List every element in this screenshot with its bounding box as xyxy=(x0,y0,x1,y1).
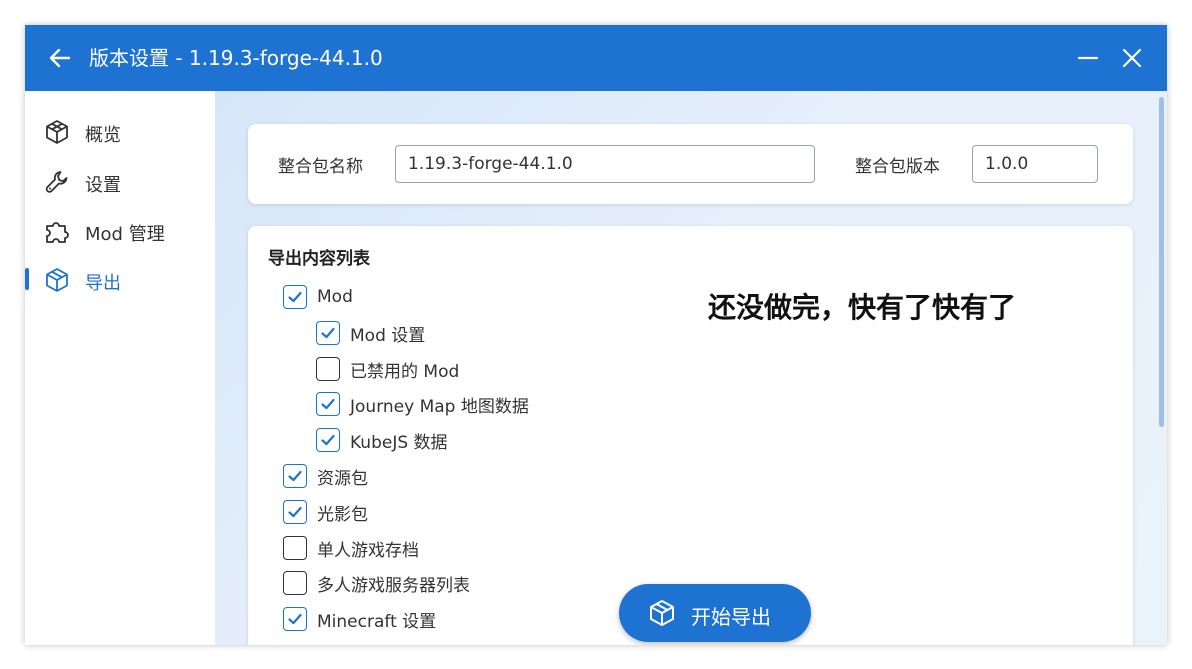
close-button[interactable] xyxy=(1117,43,1147,73)
minimize-button[interactable] xyxy=(1073,43,1103,73)
sidebar-item-label: 设置 xyxy=(85,175,121,196)
checkmark-icon xyxy=(288,506,302,518)
checkbox-checked[interactable] xyxy=(283,464,307,488)
modpack-info-card: 整合包名称 1.19.3-forge-44.1.0 整合包版本 1.0.0 xyxy=(248,124,1133,204)
sidebar-item-label: Mod 管理 xyxy=(85,224,165,245)
export-list-title: 导出内容列表 xyxy=(268,249,370,269)
checkbox-checked[interactable] xyxy=(283,285,307,309)
unfinished-note: 还没做完，快有了快有了 xyxy=(708,291,1017,324)
export-item-checkbox[interactable]: Mod 设置 xyxy=(316,320,425,346)
wrench-icon xyxy=(45,171,68,193)
export-list-card: 导出内容列表 还没做完，快有了快有了 Mod Mod 设置已禁用的 Mod Jour… xyxy=(248,226,1133,645)
export-item-checkbox[interactable]: KubeJS 数据 xyxy=(316,427,448,453)
window-title: 版本设置 - 1.19.3-forge-44.1.0 xyxy=(89,46,383,70)
scroll-thumb[interactable] xyxy=(1159,97,1164,427)
export-item-label: Mod 设置 xyxy=(350,325,426,346)
sidebar-item-label: 概览 xyxy=(85,125,121,146)
checkbox-checked[interactable] xyxy=(316,321,340,345)
checkbox-checked[interactable] xyxy=(283,607,307,631)
close-icon xyxy=(1122,48,1142,68)
back-button[interactable] xyxy=(45,43,75,73)
package-icon xyxy=(650,600,674,626)
sidebar-item-overview[interactable]: 概览 xyxy=(25,111,215,151)
export-item-label: Mod xyxy=(317,287,353,307)
minimize-icon xyxy=(1077,56,1099,60)
export-item-label: Minecraft 设置 xyxy=(317,611,437,632)
sidebar-item-mod-management[interactable]: Mod 管理 xyxy=(25,210,215,250)
checkbox-checked[interactable] xyxy=(283,500,307,524)
sidebar-item-export[interactable]: 导出 xyxy=(25,259,215,299)
export-item-label: 资源包 xyxy=(317,468,368,489)
checkmark-icon xyxy=(321,398,335,410)
title-bar: 版本设置 - 1.19.3-forge-44.1.0 xyxy=(25,25,1167,91)
export-item-checkbox[interactable]: 资源包 xyxy=(283,463,368,489)
checkbox-checked[interactable] xyxy=(316,392,340,416)
scrollbar[interactable] xyxy=(1157,91,1167,645)
start-export-label: 开始导出 xyxy=(691,605,771,629)
puzzle-icon xyxy=(46,222,69,243)
checkmark-icon xyxy=(321,434,335,446)
checkbox-unchecked[interactable] xyxy=(283,536,307,560)
export-item-label: 已禁用的 Mod xyxy=(350,361,460,382)
checkmark-icon xyxy=(288,613,302,625)
export-item-label: 多人游戏服务器列表 xyxy=(317,575,470,596)
arrow-left-icon xyxy=(49,48,71,68)
export-item-checkbox[interactable]: Mod xyxy=(283,284,353,310)
package-icon xyxy=(46,268,68,292)
app-window: 版本设置 - 1.19.3-forge-44.1.0 概览 设置 Mod 管理 … xyxy=(25,25,1167,645)
main-content: 整合包名称 1.19.3-forge-44.1.0 整合包版本 1.0.0 导出… xyxy=(215,91,1167,645)
export-item-checkbox[interactable]: 单人游戏存档 xyxy=(283,535,419,561)
active-indicator xyxy=(25,268,29,290)
sidebar-item-label: 导出 xyxy=(85,273,121,294)
sidebar: 概览 设置 Mod 管理 导出 xyxy=(25,91,215,645)
export-item-checkbox[interactable]: 光影包 xyxy=(283,499,368,525)
export-item-label: 单人游戏存档 xyxy=(317,540,419,561)
export-item-label: Journey Map 地图数据 xyxy=(350,396,529,417)
export-item-checkbox[interactable]: 已禁用的 Mod xyxy=(316,356,459,382)
export-item-checkbox[interactable]: Minecraft 设置 xyxy=(283,606,436,632)
cube-outline-icon xyxy=(46,120,68,144)
export-item-label: 光影包 xyxy=(317,504,368,525)
checkmark-icon xyxy=(321,327,335,339)
checkmark-icon xyxy=(288,291,302,303)
start-export-button[interactable]: 开始导出 xyxy=(619,584,811,642)
modpack-version-input[interactable]: 1.0.0 xyxy=(972,145,1098,183)
checkbox-checked[interactable] xyxy=(316,428,340,452)
sidebar-item-settings[interactable]: 设置 xyxy=(25,161,215,201)
checkmark-icon xyxy=(288,470,302,482)
modpack-name-input[interactable]: 1.19.3-forge-44.1.0 xyxy=(395,145,815,183)
checkbox-unchecked[interactable] xyxy=(283,571,307,595)
modpack-version-label: 整合包版本 xyxy=(855,157,940,177)
export-item-label: KubeJS 数据 xyxy=(350,432,448,453)
modpack-name-label: 整合包名称 xyxy=(278,157,363,177)
export-item-checkbox[interactable]: Journey Map 地图数据 xyxy=(316,391,529,417)
checkbox-unchecked[interactable] xyxy=(316,357,340,381)
export-item-checkbox[interactable]: 多人游戏服务器列表 xyxy=(283,570,470,596)
